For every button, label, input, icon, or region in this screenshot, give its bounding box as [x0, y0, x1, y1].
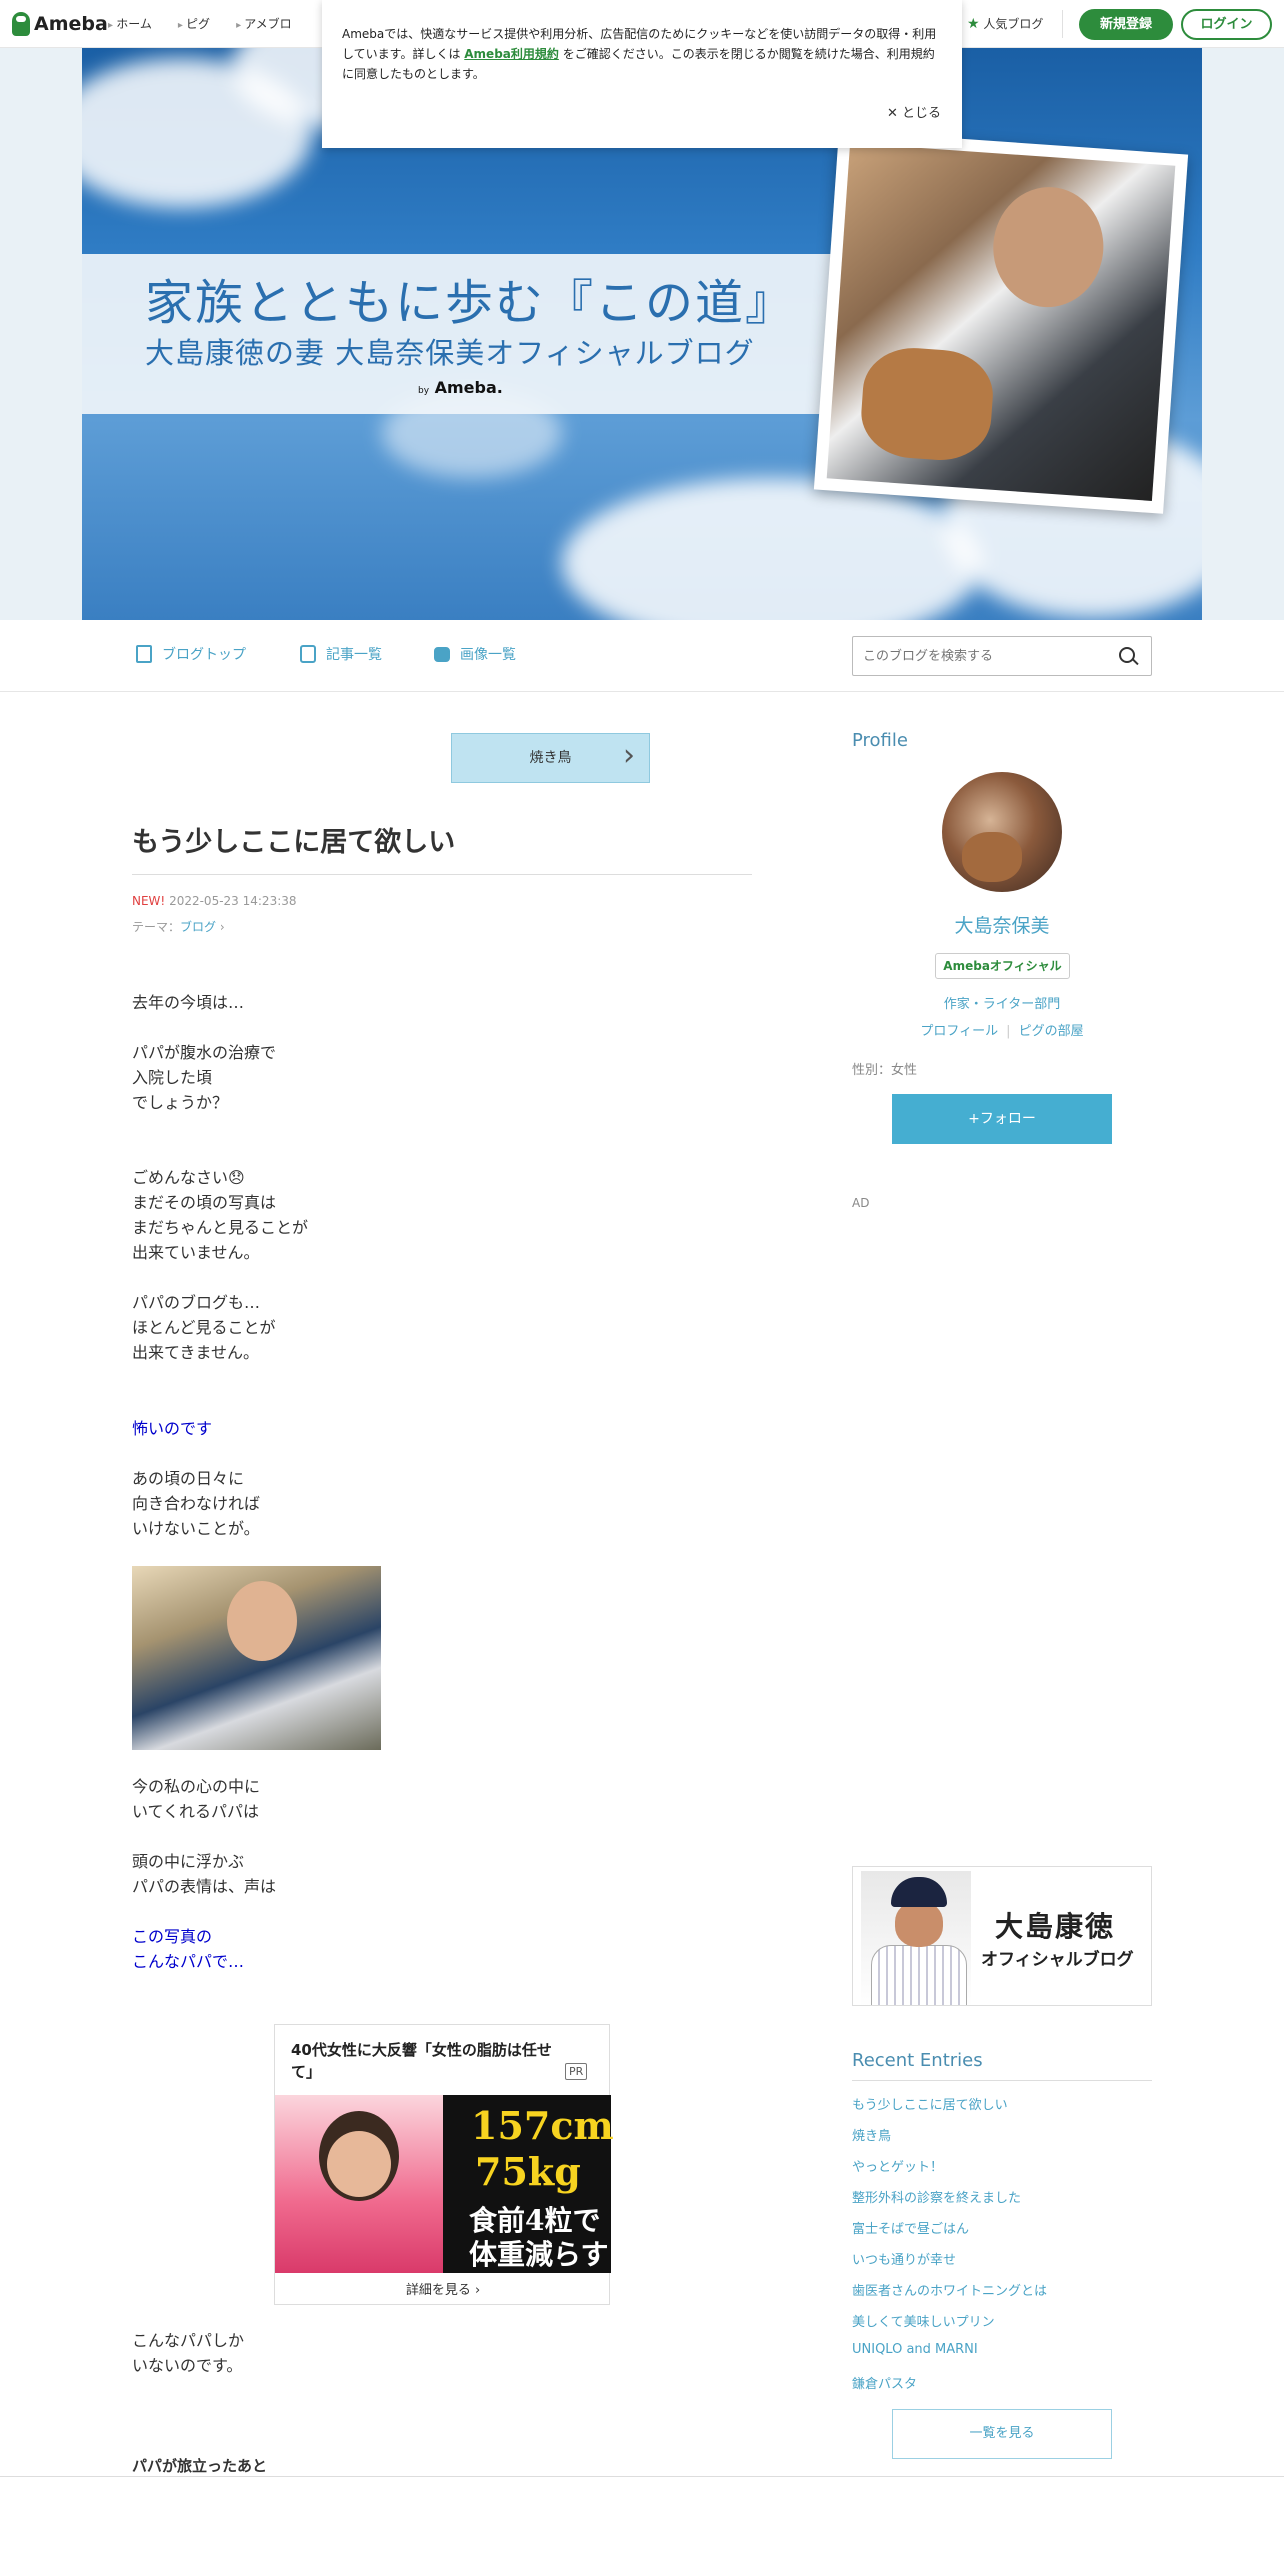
profile-link[interactable]: プロフィール — [920, 1024, 998, 1039]
blog-title[interactable]: 家族とともに歩む『この道』 — [145, 263, 795, 333]
popular-blogs-link[interactable]: ★ 人気ブログ — [967, 15, 1043, 32]
post-paragraph: こんなパパしか いないのです。 — [132, 2331, 245, 2375]
ameba-logo[interactable]: Ameba — [12, 12, 108, 36]
divider — [132, 874, 752, 875]
ad-more-link[interactable]: 詳細を見る › — [275, 2279, 611, 2298]
ad-title[interactable]: 40代女性に大反響「女性の脂肪は任せて」 — [291, 2039, 561, 2083]
pr-badge: PR — [565, 2063, 588, 2080]
ad-image-text[interactable]: 157cm 75kg 食前4粒で 体重減らす — [443, 2095, 614, 2273]
post-datetime: 2022-05-23 14:23:38 — [169, 894, 297, 908]
recent-entry-link[interactable]: 歯医者さんのホワイトニングとは — [852, 2280, 1152, 2311]
cookie-text: Amebaでは、快適なサービス提供や利用分析、広告配信のためにクッキーなどを使い… — [342, 27, 937, 81]
terms-link[interactable]: Ameba利用規約 — [464, 47, 559, 61]
profile-links: プロフィール | ピグの部屋 — [920, 1024, 1084, 1039]
blog-nav: ブログトップ 記事一覧 画像一覧 — [0, 620, 1284, 692]
recent-entry-link[interactable]: いつも通りが幸せ — [852, 2249, 1152, 2280]
blog-top-link[interactable]: ブログトップ — [136, 644, 246, 664]
post-title[interactable]: もう少しここに居て欲しい — [132, 820, 455, 859]
post-meta: NEW! 2022-05-23 14:23:38 — [132, 894, 297, 908]
post-paragraph-blue: 怖いのです — [132, 1419, 213, 1438]
recent-entry-link[interactable]: やっとゲット！ — [852, 2156, 1152, 2187]
signup-button[interactable]: 新規登録 — [1079, 9, 1173, 40]
camera-icon — [434, 646, 450, 662]
post-photo[interactable] — [132, 1566, 381, 1750]
cookie-close-button[interactable]: ✕ とじる — [887, 102, 941, 121]
nav-ameblo-link[interactable]: アメブロ — [236, 15, 291, 32]
theme-link[interactable]: ブログ — [180, 920, 216, 934]
header-photo — [813, 130, 1189, 514]
recent-entry-link[interactable]: もう少しここに居て欲しい — [852, 2094, 1152, 2125]
post-paragraph: 今の私の心の中に いてくれるパパは 頭の中に浮かぶ パパの表情は、声は — [132, 1777, 277, 1896]
copy-icon — [300, 645, 316, 663]
login-button[interactable]: ログイン — [1181, 9, 1272, 40]
gender-label: 性別：女性 — [852, 1063, 918, 1078]
divider — [852, 2080, 1152, 2081]
related-blog-banner[interactable]: 大島康徳 オフィシャルブログ — [852, 1866, 1152, 2006]
prev-entry-button[interactable]: 焼き鳥 — [451, 732, 650, 783]
recent-entries-list: もう少しここに居て欲しい 焼き鳥 やっとゲット！ 整形外科の診察を終えました 富… — [852, 2094, 1152, 2404]
post-paragraph-blue: この写真の こんなパパで… — [132, 1927, 245, 1971]
search-icon[interactable] — [1119, 647, 1135, 663]
blog-subtitle: 大島康徳の妻 大島奈保美オフィシャルブログ — [145, 336, 755, 370]
post-subheading: パパが旅立ったあと — [132, 2457, 268, 2475]
recent-entries-heading: Recent Entries — [852, 2050, 983, 2071]
image-list-link[interactable]: 画像一覧 — [434, 644, 516, 664]
post-paragraph: ごめんなさい😞 まだその頃の写真は まだちゃんと見ることが 出来ていません。 パ… — [132, 1168, 309, 1362]
recent-entry-link[interactable]: 美しくて美味しいプリン — [852, 2311, 1152, 2342]
global-nav: ホーム ピグ アメブロ — [108, 15, 291, 32]
ad-card[interactable]: 40代女性に大反響「女性の脂肪は任せて」 PR 157cm 75kg 食前4粒で… — [274, 2024, 614, 2305]
cloud — [562, 478, 982, 620]
cookie-notice: Amebaでは、快適なサービス提供や利用分析、広告配信のためにクッキーなどを使い… — [322, 0, 962, 148]
player-image — [861, 1871, 971, 2005]
document-icon — [136, 645, 152, 663]
nav-home-link[interactable]: ホーム — [108, 15, 152, 32]
post-paragraph: あの頃の日々に 向き合わなければ いけないことが。 — [132, 1469, 261, 1538]
ameba-frog-icon — [12, 12, 30, 36]
man-face — [989, 183, 1108, 311]
banner-subtitle: オフィシャルブログ — [981, 1950, 1134, 1970]
star-icon: ★ — [967, 16, 980, 32]
dog — [858, 344, 996, 464]
new-badge: NEW! — [132, 894, 166, 908]
profile-category-link[interactable]: 作家・ライター部門 — [852, 993, 1152, 1012]
recent-entry-link[interactable]: 富士そばで昼ごはん — [852, 2218, 1152, 2249]
ad-label: AD — [852, 1196, 870, 1210]
official-badge: Amebaオフィシャル — [935, 953, 1070, 979]
recent-entry-link[interactable]: 整形外科の診察を終えました — [852, 2187, 1152, 2218]
post-paragraph: 去年の今頃は… パパが腹水の治療で 入院した頃 でしょうか？ — [132, 993, 277, 1112]
follow-button[interactable]: +フォロー — [892, 1094, 1112, 1144]
ad-image-person[interactable] — [275, 2095, 443, 2273]
recent-entry-link[interactable]: 焼き鳥 — [852, 2125, 1152, 2156]
by-ameba-label: by Ameba. — [418, 378, 503, 397]
divider — [1062, 10, 1063, 38]
pigg-room-link[interactable]: ピグの部屋 — [1019, 1024, 1084, 1039]
recent-entry-link[interactable]: 鎌倉パスタ — [852, 2373, 1152, 2404]
divider — [0, 2476, 1284, 2477]
profile-heading: Profile — [852, 730, 908, 751]
avatar[interactable] — [942, 772, 1062, 892]
nav-pigg-link[interactable]: ピグ — [178, 15, 210, 32]
post-theme: テーマ：ブログ › — [132, 920, 225, 934]
view-all-entries-button[interactable]: 一覧を見る — [892, 2409, 1112, 2459]
profile-name[interactable]: 大島奈保美 — [852, 911, 1152, 938]
entry-list-link[interactable]: 記事一覧 — [300, 644, 382, 664]
banner-name: 大島康徳 — [995, 1910, 1116, 1943]
search-input[interactable] — [863, 646, 1103, 666]
recent-entry-link[interactable]: UNIQLO and MARNI — [852, 2342, 1152, 2373]
blog-search — [852, 636, 1152, 676]
